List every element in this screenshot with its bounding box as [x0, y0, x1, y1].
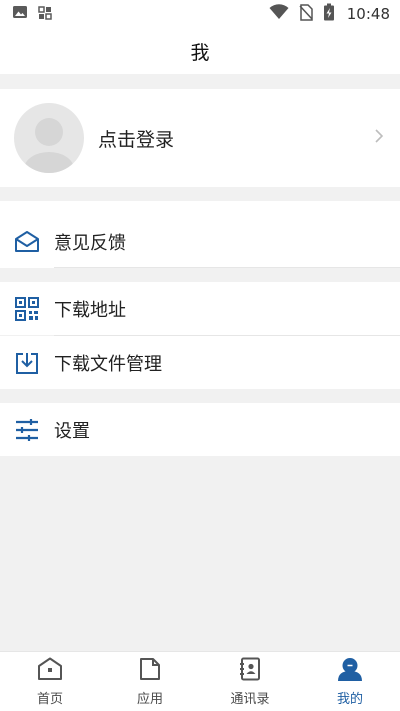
chevron-right-icon — [374, 128, 384, 148]
document-icon — [139, 657, 161, 685]
spacer-strip — [0, 201, 400, 215]
page-title: 我 — [190, 41, 210, 64]
nav-tab-contacts[interactable]: 通讯录 — [200, 652, 300, 711]
status-right: 10:48 — [269, 3, 390, 25]
envelope-open-icon — [14, 229, 40, 255]
sliders-icon — [14, 417, 40, 443]
menu-item-feedback[interactable]: 意见反馈 — [0, 215, 400, 268]
wifi-icon — [269, 4, 289, 24]
nav-tab-me[interactable]: 我的 — [300, 652, 400, 711]
user-icon — [337, 657, 363, 685]
apps-icon — [38, 5, 52, 24]
login-row[interactable]: 点击登录 — [0, 89, 400, 187]
menu-item-download-files[interactable]: 下载文件管理 — [0, 336, 400, 389]
feedback-label: 意见反馈 — [54, 232, 126, 254]
no-sim-icon — [299, 3, 313, 25]
divider — [54, 267, 400, 268]
nav-tab-home[interactable]: 首页 — [0, 652, 100, 711]
nav-label-apps: 应用 — [136, 691, 163, 707]
home-icon — [37, 657, 63, 685]
nav-label-contacts: 通讯录 — [230, 691, 270, 707]
nav-label-me: 我的 — [336, 691, 363, 707]
download-tray-icon — [14, 350, 40, 376]
nav-label-home: 首页 — [36, 691, 63, 707]
settings-label: 设置 — [54, 420, 90, 442]
download-files-label: 下载文件管理 — [54, 353, 162, 375]
menu-item-settings[interactable]: 设置 — [0, 403, 400, 456]
battery-charging-icon — [323, 3, 335, 25]
image-icon — [12, 4, 28, 24]
nav-tab-apps[interactable]: 应用 — [100, 652, 200, 711]
status-bar: 10:48 — [0, 0, 400, 28]
title-bar: 我 — [0, 28, 400, 74]
status-time: 10:48 — [346, 5, 390, 23]
bottom-nav: 首页 应用 通讯录 我的 — [0, 651, 400, 711]
download-address-label: 下载地址 — [54, 299, 126, 321]
contacts-book-icon — [239, 657, 261, 685]
menu-item-download-address[interactable]: 下载地址 — [0, 282, 400, 335]
login-label: 点击登录 — [98, 128, 175, 151]
status-left — [12, 4, 52, 24]
default-avatar-icon — [14, 103, 84, 173]
qr-code-icon — [14, 296, 40, 322]
